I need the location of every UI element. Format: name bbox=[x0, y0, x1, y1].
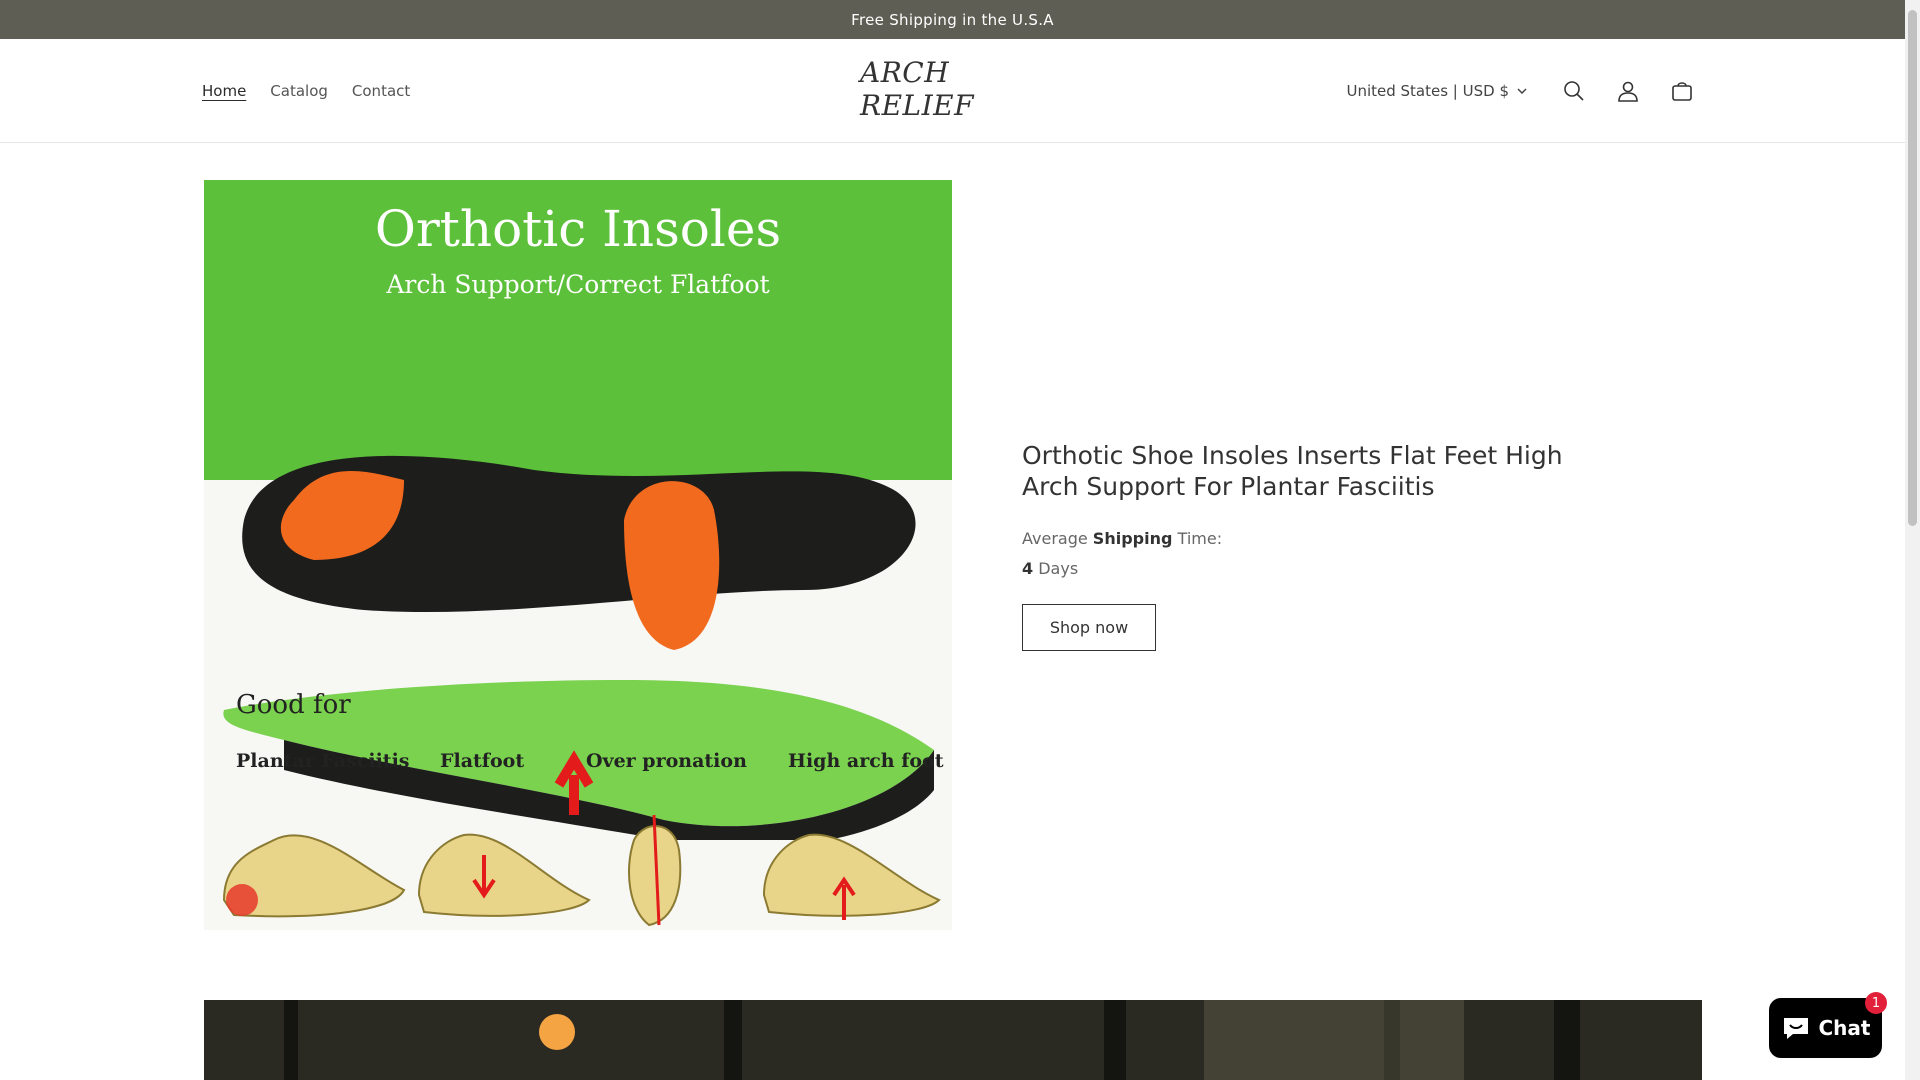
main-nav: Home Catalog Contact bbox=[202, 39, 410, 143]
account-button[interactable] bbox=[1615, 78, 1641, 104]
product-title: Orthotic Shoe Insoles Inserts Flat Feet … bbox=[1022, 441, 1563, 501]
header-tools: United States | USD $ bbox=[1346, 39, 1695, 143]
page-scrollbar[interactable] bbox=[1905, 0, 1920, 1080]
nav-home[interactable]: Home bbox=[202, 82, 246, 100]
video-banner[interactable] bbox=[204, 1000, 1702, 1080]
shop-now-button[interactable]: Shop now bbox=[1022, 604, 1156, 651]
site-logo[interactable]: ARCH RELIEF bbox=[860, 56, 1050, 122]
cart-button[interactable] bbox=[1669, 78, 1695, 104]
country-label: United States | USD $ bbox=[1346, 82, 1509, 100]
shipping-suffix: Time: bbox=[1177, 529, 1223, 548]
search-button[interactable] bbox=[1561, 78, 1587, 104]
condition-label: High arch foot bbox=[788, 750, 944, 772]
scrollbar-thumb[interactable] bbox=[1908, 10, 1917, 526]
product-image[interactable]: Orthotic Insoles Arch Support/Correct Fl… bbox=[204, 180, 952, 930]
shipping-prefix: Average bbox=[1022, 529, 1088, 548]
nav-catalog[interactable]: Catalog bbox=[270, 82, 328, 100]
chat-notification-badge: 1 bbox=[1865, 992, 1887, 1014]
country-selector[interactable]: United States | USD $ bbox=[1346, 82, 1527, 100]
days-number: 4 bbox=[1022, 559, 1034, 578]
site-header: Home Catalog Contact ARCH RELIEF United … bbox=[0, 39, 1905, 143]
search-icon bbox=[1564, 81, 1584, 101]
forest-scene-image bbox=[204, 1000, 1702, 1080]
nav-contact[interactable]: Contact bbox=[352, 82, 410, 100]
announcement-bar: Free Shipping in the U.S.A bbox=[0, 0, 1905, 39]
chat-label: Chat bbox=[1818, 1016, 1871, 1040]
condition-label: Plantar Fasciitis bbox=[236, 750, 410, 772]
condition-label: Flatfoot bbox=[440, 750, 525, 772]
announcement-text: Free Shipping in the U.S.A bbox=[851, 10, 1054, 29]
chevron-down-icon bbox=[1517, 88, 1527, 94]
account-icon bbox=[1618, 81, 1638, 102]
condition-label: Over pronation bbox=[586, 750, 747, 772]
days-label: Days bbox=[1038, 559, 1079, 578]
image-subtitle: Arch Support/Correct Flatfoot bbox=[386, 270, 770, 299]
cart-icon bbox=[1672, 82, 1692, 101]
chat-bubble-icon bbox=[1783, 1018, 1808, 1039]
shipping-info: Average Shipping Time: bbox=[1022, 524, 1582, 554]
foot-diagrams bbox=[222, 814, 941, 927]
shipping-days: 4 Days bbox=[1022, 554, 1582, 584]
shipping-bold: Shipping bbox=[1092, 529, 1173, 548]
product-info: Orthotic Shoe Insoles Inserts Flat Feet … bbox=[1022, 440, 1582, 651]
good-for-heading: Good for bbox=[236, 690, 351, 720]
image-title: Orthotic Insoles bbox=[374, 200, 782, 258]
